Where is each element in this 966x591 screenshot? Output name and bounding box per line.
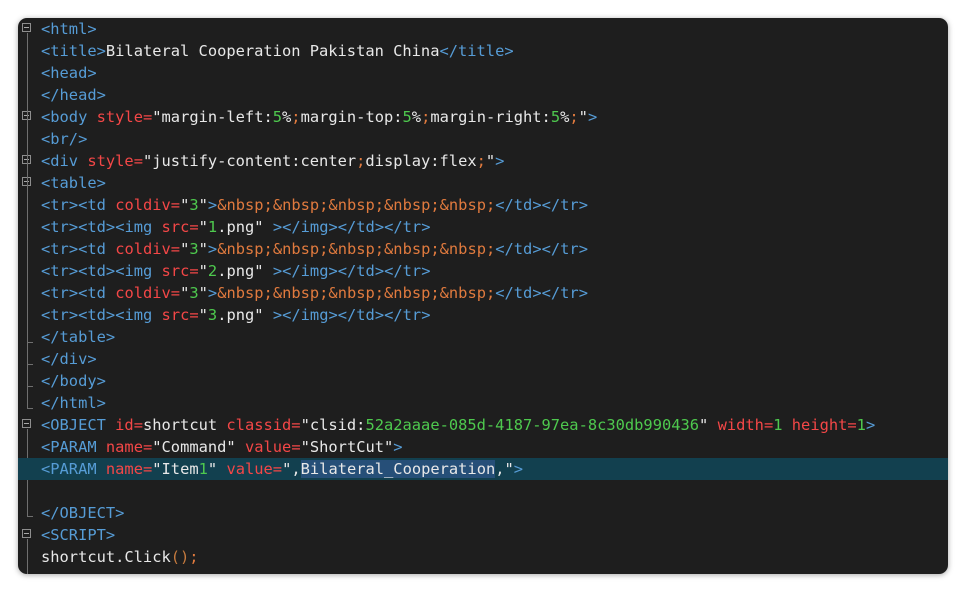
code-line-text: <tr><td><img src="2.png" ></img></td></t… — [41, 262, 431, 280]
code-line[interactable]: <html> — [18, 18, 948, 40]
code-line-text: shortcut.Click(); — [41, 548, 199, 566]
code-area[interactable]: <html> <title>Bilateral Cooperation Pakis… — [18, 18, 948, 574]
code-line[interactable]: shortcut.Click(); — [18, 546, 948, 568]
code-line-text: <table> — [41, 174, 106, 192]
code-line-text: <tr><td coldiv="3">&nbsp;&nbsp;&nbsp;&nb… — [41, 196, 588, 214]
code-line[interactable]: </table> — [18, 326, 948, 348]
code-line[interactable]: <tr><td coldiv="3">&nbsp;&nbsp;&nbsp;&nb… — [18, 238, 948, 260]
code-line-text: </table> — [41, 328, 116, 346]
text-selection: Bilateral_Cooperation — [300, 460, 496, 478]
code-line-text: <PARAM name="Item1" value=",Bilateral_Co… — [41, 460, 524, 478]
code-line[interactable]: <tr><td coldiv="3">&nbsp;&nbsp;&nbsp;&nb… — [18, 194, 948, 216]
code-line[interactable]: </OBJECT> — [18, 502, 948, 524]
code-line-selected[interactable]: <PARAM name="Item1" value=",Bilateral_Co… — [18, 458, 948, 480]
code-line-text: <OBJECT id=shortcut classid="clsid:52a2a… — [41, 416, 876, 434]
code-line[interactable]: <PARAM name="Command" value="ShortCut"> — [18, 436, 948, 458]
code-line[interactable] — [18, 480, 948, 502]
code-line[interactable]: <table> — [18, 172, 948, 194]
code-line[interactable]: <title>Bilateral Cooperation Pakistan Ch… — [18, 40, 948, 62]
code-line-text: </body> — [41, 372, 106, 390]
code-line-text: <div style="justify-content:center;displ… — [41, 152, 505, 170]
code-editor[interactable]: <html> <title>Bilateral Cooperation Pakis… — [18, 18, 948, 574]
code-line-text: </OBJECT> — [41, 504, 125, 522]
code-line-text: </html> — [41, 394, 106, 412]
code-line[interactable]: <tr><td coldiv="3">&nbsp;&nbsp;&nbsp;&nb… — [18, 282, 948, 304]
code-line[interactable]: <div style="justify-content:center;displ… — [18, 150, 948, 172]
code-line[interactable]: <tr><td><img src="2.png" ></img></td></t… — [18, 260, 948, 282]
code-line[interactable]: </head> — [18, 84, 948, 106]
code-line[interactable]: <tr><td><img src="3.png" ></img></td></t… — [18, 304, 948, 326]
code-line-text: </div> — [41, 350, 97, 368]
code-line-text: <SCRIPT> — [41, 526, 116, 544]
code-line-text: <head> — [41, 64, 97, 82]
code-line-text: <PARAM name="Command" value="ShortCut"> — [41, 438, 403, 456]
code-line[interactable]: </div> — [18, 348, 948, 370]
code-line-text: <body style="margin-left:5%;margin-top:5… — [41, 108, 598, 126]
code-line-text: <br/> — [41, 130, 88, 148]
code-line[interactable]: <br/> — [18, 128, 948, 150]
code-line[interactable]: <head> — [18, 62, 948, 84]
code-line-text: <tr><td coldiv="3">&nbsp;&nbsp;&nbsp;&nb… — [41, 240, 588, 258]
code-line-text: <html> — [41, 20, 97, 38]
code-line[interactable]: </html> — [18, 392, 948, 414]
code-line[interactable]: <SCRIPT> — [18, 524, 948, 546]
code-line-text: <title>Bilateral Cooperation Pakistan Ch… — [41, 42, 514, 60]
code-line[interactable]: <tr><td><img src="1.png" ></img></td></t… — [18, 216, 948, 238]
code-line-text: <tr><td><img src="3.png" ></img></td></t… — [41, 306, 431, 324]
code-line-text: <tr><td coldiv="3">&nbsp;&nbsp;&nbsp;&nb… — [41, 284, 588, 302]
code-line[interactable]: <OBJECT id=shortcut classid="clsid:52a2a… — [18, 414, 948, 436]
code-line[interactable]: </body> — [18, 370, 948, 392]
code-line-text: </head> — [41, 86, 106, 104]
code-line-text: <tr><td><img src="1.png" ></img></td></t… — [41, 218, 431, 236]
code-line[interactable]: <body style="margin-left:5%;margin-top:5… — [18, 106, 948, 128]
